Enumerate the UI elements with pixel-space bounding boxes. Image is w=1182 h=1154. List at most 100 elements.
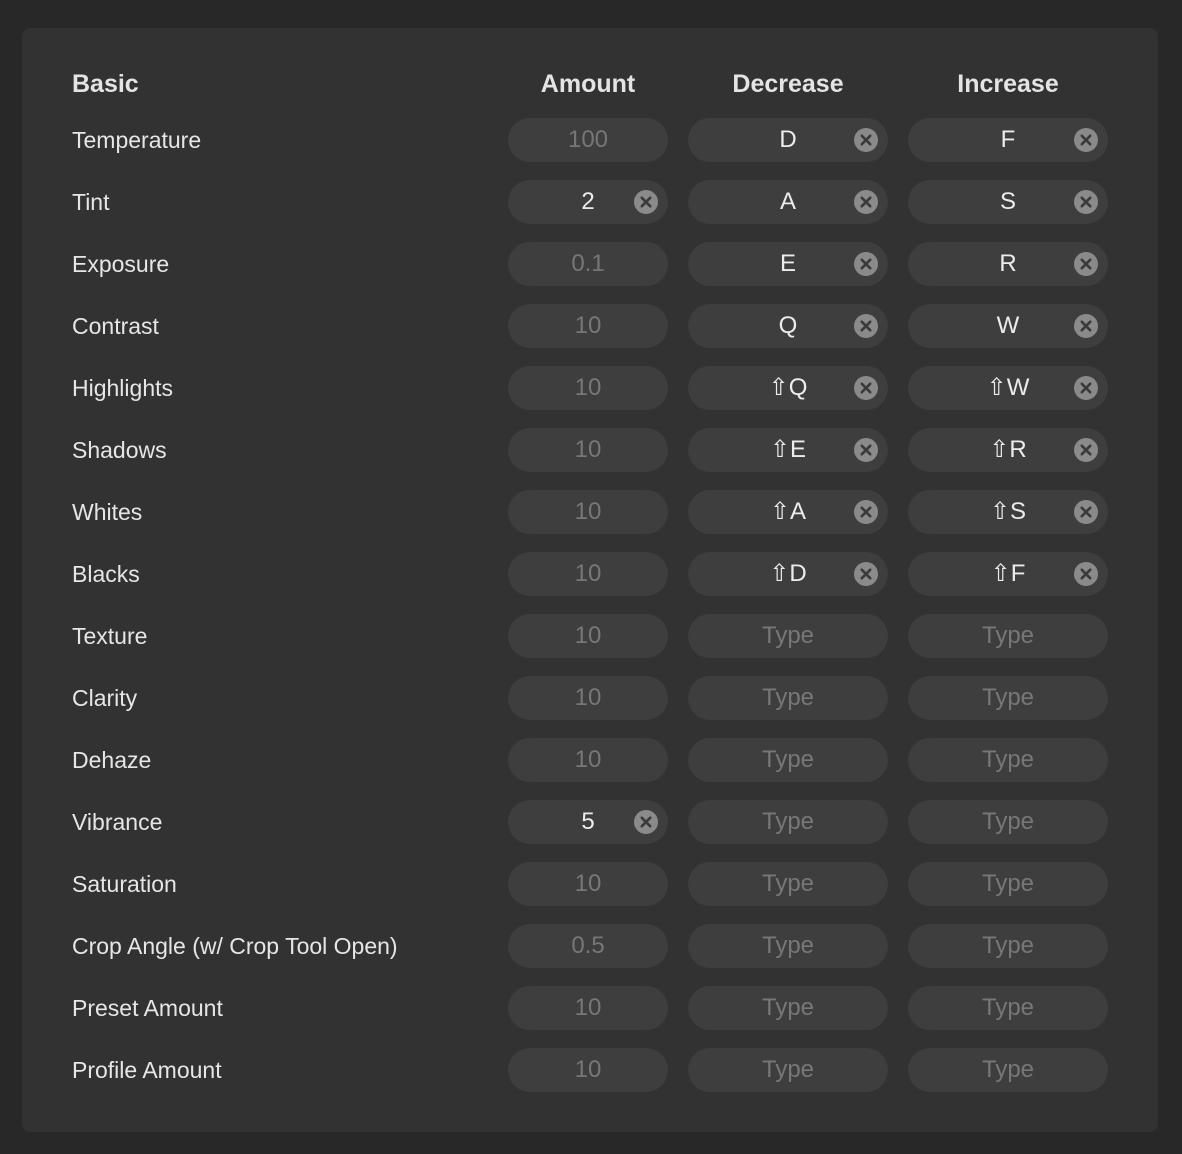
table-row: Vibrance 5 Type Type <box>22 800 1158 844</box>
table-row: Preset Amount 10 Type Type <box>22 986 1158 1030</box>
amount-field[interactable]: 5 <box>508 800 668 844</box>
decrease-shortcut-field[interactable]: Type <box>688 1048 888 1092</box>
increase-shortcut-field[interactable]: Type <box>908 676 1108 720</box>
amount-field[interactable]: 0.1 <box>508 242 668 286</box>
row-label: Crop Angle (w/ Crop Tool Open) <box>72 933 398 959</box>
amount-field[interactable]: 10 <box>508 862 668 906</box>
increase-shortcut-field[interactable]: S <box>908 180 1108 224</box>
clear-x-circle-icon[interactable] <box>1074 438 1098 462</box>
decrease-shortcut-field-value: Type <box>761 1056 815 1083</box>
decrease-shortcut-field[interactable]: Type <box>688 676 888 720</box>
amount-field-value: 10 <box>574 994 602 1021</box>
table-row: Crop Angle (w/ Crop Tool Open) 0.5 Type Typ… <box>22 924 1158 968</box>
increase-shortcut-field[interactable]: Type <box>908 924 1108 968</box>
clear-x-circle-icon[interactable] <box>634 190 658 214</box>
clear-x-circle-icon[interactable] <box>634 810 658 834</box>
amount-field[interactable]: 10 <box>508 490 668 534</box>
clear-x-circle-icon[interactable] <box>854 128 878 152</box>
clear-x-circle-icon[interactable] <box>1074 562 1098 586</box>
decrease-shortcut-field[interactable]: Type <box>688 862 888 906</box>
decrease-shortcut-field[interactable]: ⇧A <box>688 490 888 534</box>
decrease-shortcut-field[interactable]: D <box>688 118 888 162</box>
decrease-shortcut-field[interactable]: ⇧Q <box>688 366 888 410</box>
amount-field-value: 10 <box>574 746 602 773</box>
increase-shortcut-field-value: Type <box>981 994 1035 1021</box>
table-row: Contrast 10 Q W <box>22 304 1158 348</box>
decrease-shortcut-field[interactable]: Type <box>688 986 888 1030</box>
clear-x-circle-icon[interactable] <box>854 438 878 462</box>
clear-x-circle-icon[interactable] <box>854 314 878 338</box>
increase-shortcut-field[interactable]: Type <box>908 738 1108 782</box>
amount-field[interactable]: 10 <box>508 614 668 658</box>
decrease-shortcut-field[interactable]: Type <box>688 800 888 844</box>
clear-x-circle-icon[interactable] <box>854 190 878 214</box>
increase-shortcut-field-value: Type <box>981 808 1035 835</box>
decrease-shortcut-field[interactable]: ⇧E <box>688 428 888 472</box>
increase-shortcut-field[interactable]: Type <box>908 986 1108 1030</box>
increase-shortcut-field[interactable]: ⇧F <box>908 552 1108 596</box>
increase-shortcut-field[interactable]: R <box>908 242 1108 286</box>
decrease-shortcut-field[interactable]: E <box>688 242 888 286</box>
increase-shortcut-field[interactable]: ⇧R <box>908 428 1108 472</box>
row-label: Shadows <box>72 437 167 463</box>
amount-field[interactable]: 10 <box>508 552 668 596</box>
table-row: Shadows 10 ⇧E ⇧R <box>22 428 1158 472</box>
decrease-column-header: Decrease <box>732 70 844 98</box>
clear-x-circle-icon[interactable] <box>1074 252 1098 276</box>
table-header: Basic Amount Decrease Increase <box>22 62 1158 106</box>
amount-field-value: 0.5 <box>571 932 605 959</box>
row-label: Profile Amount <box>72 1057 222 1083</box>
decrease-shortcut-field[interactable]: Type <box>688 924 888 968</box>
amount-field-value: 100 <box>567 126 609 153</box>
clear-x-circle-icon[interactable] <box>1074 128 1098 152</box>
decrease-shortcut-field[interactable]: Type <box>688 738 888 782</box>
decrease-shortcut-field[interactable]: Q <box>688 304 888 348</box>
clear-x-circle-icon[interactable] <box>1074 314 1098 338</box>
amount-field-value: 10 <box>574 684 602 711</box>
decrease-shortcut-field-value: Type <box>761 994 815 1021</box>
increase-shortcut-field-value: Type <box>981 1056 1035 1083</box>
clear-x-circle-icon[interactable] <box>854 376 878 400</box>
clear-x-circle-icon[interactable] <box>854 500 878 524</box>
increase-shortcut-field[interactable]: ⇧S <box>908 490 1108 534</box>
amount-field[interactable]: 10 <box>508 366 668 410</box>
clear-x-circle-icon[interactable] <box>854 562 878 586</box>
clear-x-circle-icon[interactable] <box>854 252 878 276</box>
amount-field[interactable]: 2 <box>508 180 668 224</box>
increase-shortcut-field[interactable]: Type <box>908 862 1108 906</box>
increase-shortcut-field[interactable]: ⇧W <box>908 366 1108 410</box>
increase-shortcut-field[interactable]: Type <box>908 614 1108 658</box>
amount-field[interactable]: 10 <box>508 428 668 472</box>
amount-field[interactable]: 10 <box>508 986 668 1030</box>
increase-shortcut-field[interactable]: F <box>908 118 1108 162</box>
table-row: Temperature 100 D F <box>22 118 1158 162</box>
amount-field[interactable]: 10 <box>508 738 668 782</box>
amount-field[interactable]: 100 <box>508 118 668 162</box>
row-label: Temperature <box>72 127 202 153</box>
decrease-shortcut-field-value: Type <box>761 870 815 897</box>
clear-x-circle-icon[interactable] <box>1074 500 1098 524</box>
clear-x-circle-icon[interactable] <box>1074 190 1098 214</box>
amount-field-value: 10 <box>574 560 602 587</box>
decrease-shortcut-field[interactable]: Type <box>688 614 888 658</box>
section-title: Basic <box>72 70 139 98</box>
row-label: Preset Amount <box>72 995 223 1021</box>
increase-shortcut-field-value: Type <box>981 870 1035 897</box>
amount-field[interactable]: 10 <box>508 1048 668 1092</box>
increase-shortcut-field-value: Type <box>981 684 1035 711</box>
shortcuts-panel: Basic Amount Decrease Increase Temperatu… <box>22 28 1158 1132</box>
amount-field[interactable]: 10 <box>508 304 668 348</box>
amount-field[interactable]: 0.5 <box>508 924 668 968</box>
amount-field-value: 10 <box>574 374 602 401</box>
clear-x-circle-icon[interactable] <box>1074 376 1098 400</box>
amount-field[interactable]: 10 <box>508 676 668 720</box>
increase-shortcut-field[interactable]: Type <box>908 1048 1108 1092</box>
decrease-shortcut-field[interactable]: ⇧D <box>688 552 888 596</box>
table-row: Blacks 10 ⇧D ⇧F <box>22 552 1158 596</box>
increase-shortcut-field[interactable]: Type <box>908 800 1108 844</box>
row-label: Dehaze <box>72 747 152 773</box>
increase-shortcut-field[interactable]: W <box>908 304 1108 348</box>
increase-shortcut-field-value: Type <box>981 622 1035 649</box>
increase-shortcut-field-value: Type <box>981 932 1035 959</box>
decrease-shortcut-field[interactable]: A <box>688 180 888 224</box>
